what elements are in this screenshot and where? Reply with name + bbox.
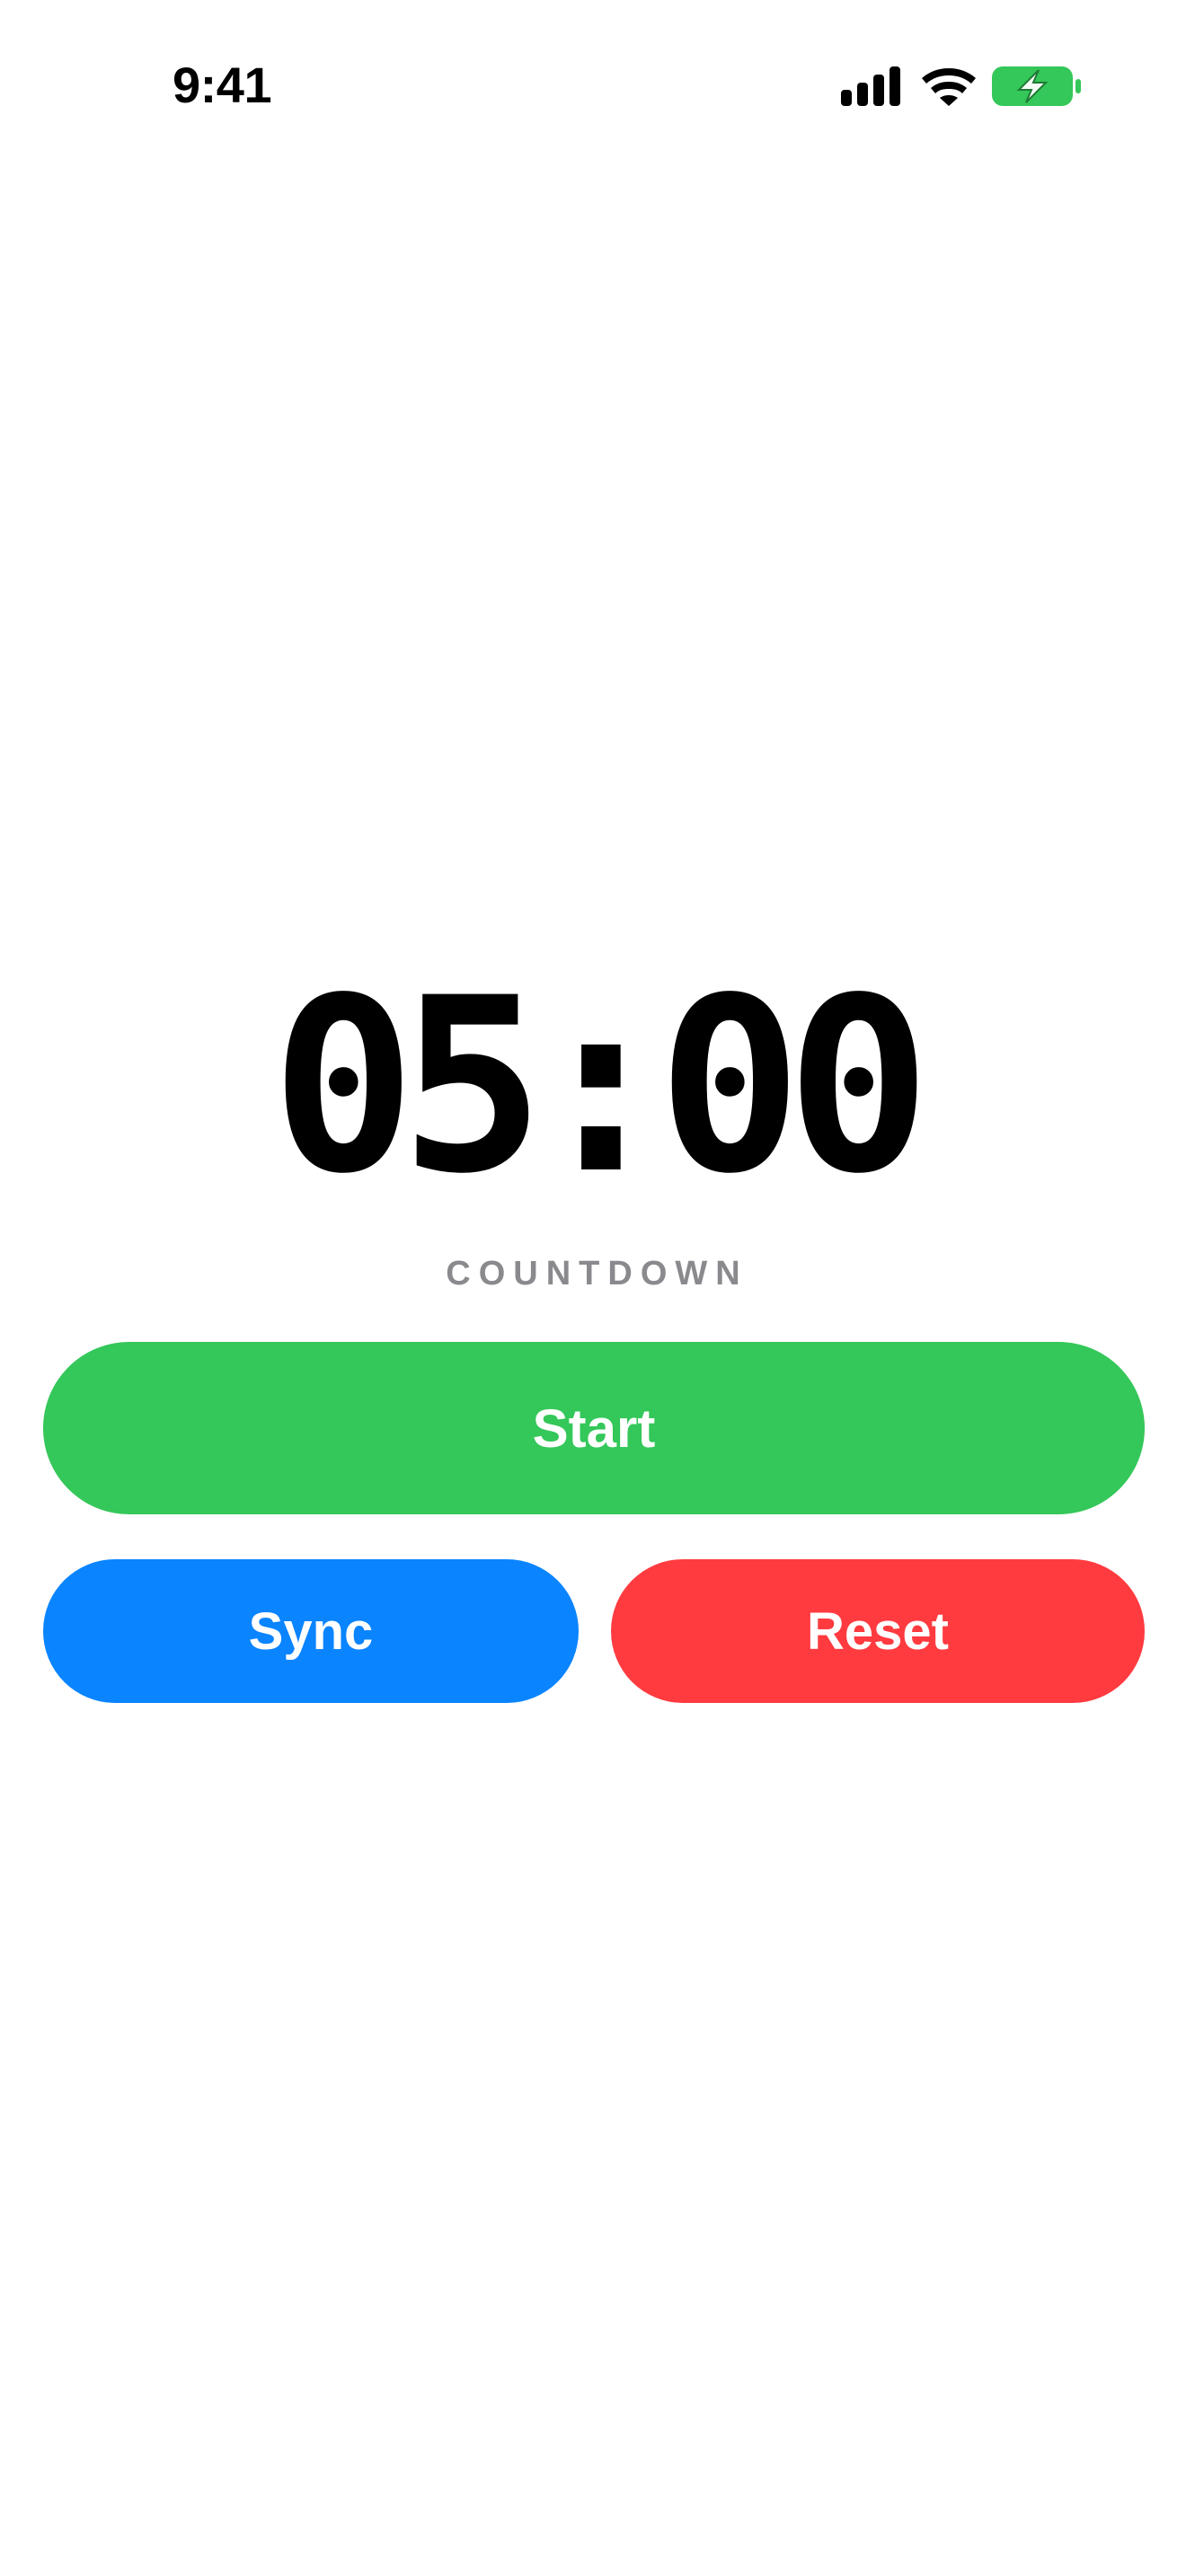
signal-icon — [841, 66, 900, 106]
status-time: 9:41 — [173, 57, 272, 113]
reset-button-label: Reset — [807, 1601, 949, 1661]
sync-button-label: Sync — [248, 1601, 374, 1661]
battery-charging-icon — [992, 66, 1081, 106]
status-icons — [841, 65, 1084, 110]
reset-button[interactable]: Reset — [611, 1559, 1145, 1703]
timer-display: 05:00 — [270, 947, 932, 1227]
start-button-label: Start — [532, 1398, 656, 1459]
status-bar: 9:41 — [0, 0, 1186, 171]
wifi-icon — [922, 68, 976, 106]
sync-button[interactable]: Sync — [43, 1559, 579, 1703]
timer-mode-label: COUNTDOWN — [446, 1255, 748, 1292]
start-button[interactable]: Start — [43, 1342, 1145, 1514]
